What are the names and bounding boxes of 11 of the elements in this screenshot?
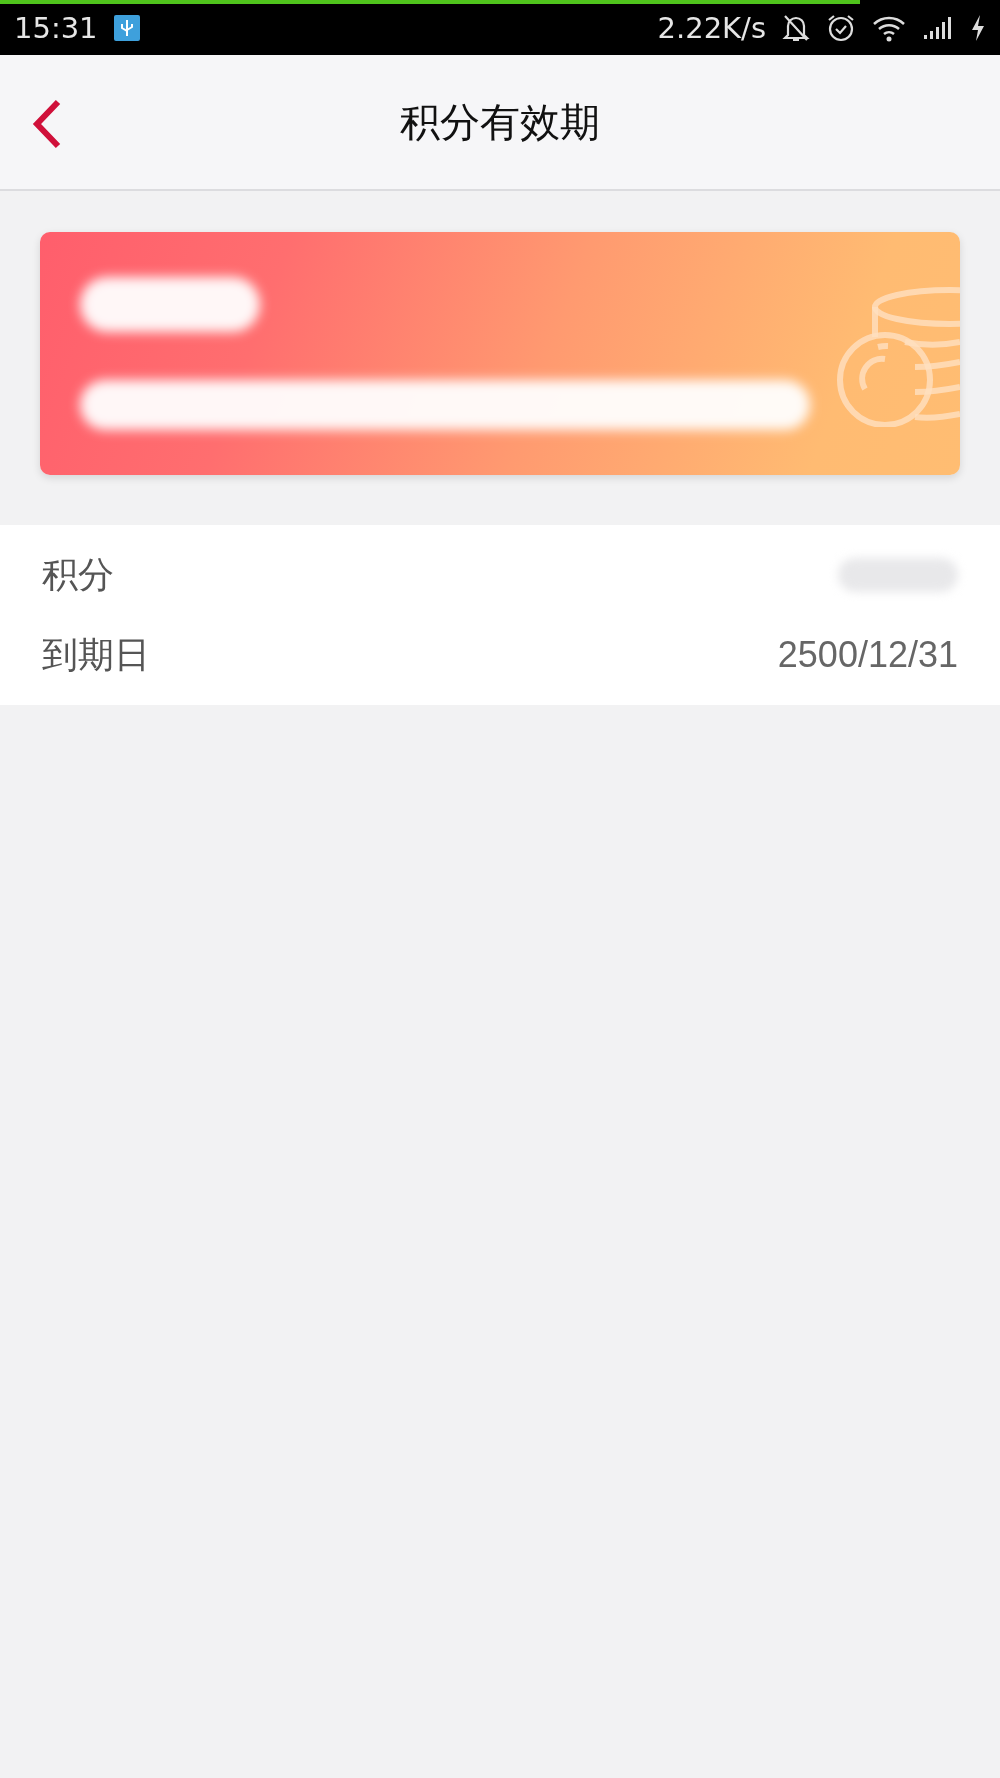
alarm-icon	[826, 12, 856, 43]
signal-icon	[922, 14, 954, 41]
detail-label: 到期日	[42, 632, 150, 677]
detail-label: 积分	[42, 552, 114, 597]
usb-icon	[113, 14, 140, 41]
network-speed: 2.22K/s	[657, 10, 766, 45]
status-time: 15:31	[14, 10, 98, 45]
page-title: 积分有效期	[400, 97, 600, 147]
charging-icon	[970, 13, 986, 42]
back-icon[interactable]	[32, 99, 62, 149]
detail-value: 2500/12/31	[777, 634, 958, 676]
